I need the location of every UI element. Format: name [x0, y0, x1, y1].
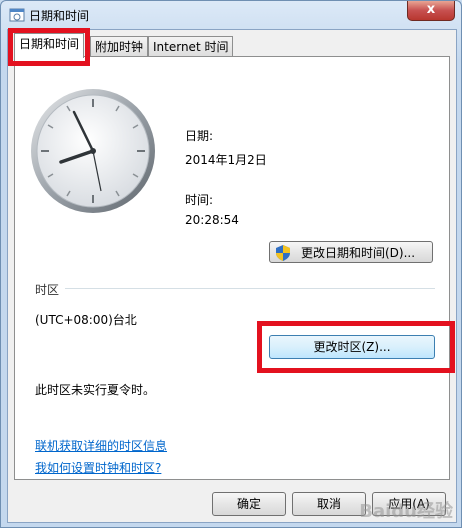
- timezone-button-highlight-annotation: [257, 321, 455, 373]
- time-label: 时间:: [185, 193, 214, 207]
- ok-button[interactable]: 确定: [212, 492, 286, 516]
- clock-calendar-icon: [9, 8, 25, 22]
- window-title: 日期和时间: [29, 9, 90, 23]
- tab-additional-clocks[interactable]: 附加时钟: [90, 36, 149, 57]
- date-label: 日期:: [185, 129, 214, 143]
- change-date-time-label: 更改日期和时间(D)...: [300, 246, 416, 260]
- date-time-panel: 日期: 2014年1月2日 时间: 20:28:54 更改日期和时间(D)...…: [14, 56, 455, 480]
- how-to-set-clock-link[interactable]: 我如何设置时钟和时区?: [35, 459, 161, 476]
- close-button[interactable]: x: [407, 1, 455, 21]
- date-value: 2014年1月2日: [185, 153, 267, 167]
- timezone-separator: [65, 288, 435, 289]
- online-timezone-info-link[interactable]: 联机获取详细的时区信息: [35, 437, 167, 454]
- analog-clock-icon: [31, 89, 155, 213]
- baidu-watermark: Baidu经验: [359, 501, 453, 522]
- uac-shield-icon: [276, 245, 290, 261]
- tab-internet-time[interactable]: Internet 时间: [148, 36, 234, 57]
- timezone-section-label: 时区: [35, 283, 60, 297]
- dst-note: 此时区未实行夏令时。: [35, 383, 156, 397]
- dialog-client-area: 日期和时间 附加时钟 Internet 时间 日期: 2014年1月2日 时间:…: [7, 28, 457, 523]
- time-value: 20:28:54: [185, 213, 239, 227]
- title-bar[interactable]: 日期和时间 x: [1, 1, 461, 29]
- tab-highlight-annotation: [8, 28, 90, 66]
- date-time-dialog: 日期和时间 x 日期和时间 附加时钟 Internet 时间 日期: 2014年…: [0, 0, 462, 528]
- change-date-time-button[interactable]: 更改日期和时间(D)...: [269, 241, 433, 263]
- cancel-button[interactable]: 取消: [292, 492, 366, 516]
- timezone-value: (UTC+08:00)台北: [35, 313, 137, 327]
